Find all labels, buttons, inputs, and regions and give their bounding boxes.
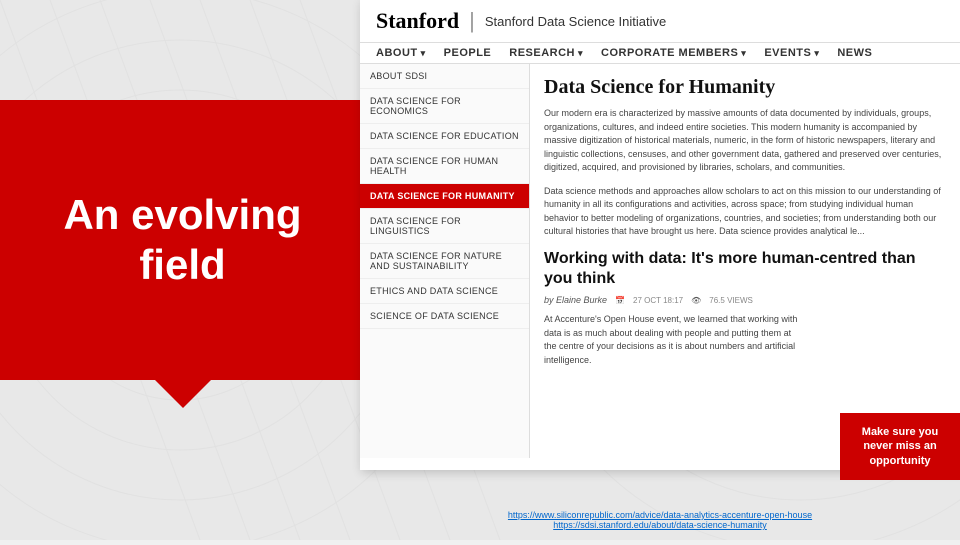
sidebar-item-humanity[interactable]: DATA SCIENCE FOR HUMANITY (360, 184, 529, 209)
sidebar-item-nature[interactable]: DATA SCIENCE FOR NATURE AND SUSTAINABILI… (360, 244, 529, 279)
hero-box: An evolving field (0, 100, 365, 380)
nav-bar: ABOUT PEOPLE RESEARCH CORPORATE MEMBERS … (360, 43, 960, 64)
nav-item-about[interactable]: ABOUT (376, 47, 426, 59)
browser-window: Stanford | Stanford Data Science Initiat… (360, 0, 960, 470)
bottom-links: https://www.siliconrepublic.com/advice/d… (360, 510, 960, 530)
page-content: ABOUT SDSI DATA SCIENCE FOR ECONOMICS DA… (360, 64, 960, 458)
footer-link-1[interactable]: https://www.siliconrepublic.com/advice/d… (360, 510, 960, 520)
page-body-text-2: Data science methods and approaches allo… (544, 185, 946, 239)
sidebar-item-economics[interactable]: DATA SCIENCE FOR ECONOMICS (360, 89, 529, 124)
article-byline: by Elaine Burke 27 OCT 18:17 76.5 VIEWS (544, 295, 946, 305)
article-body-row: At Accenture's Open House event, we lear… (544, 313, 946, 367)
nav-item-events[interactable]: EVENTS (764, 47, 819, 59)
article-title: Working with data: It's more human-centr… (544, 249, 946, 291)
sidebar-item-linguistics[interactable]: DATA SCIENCE FOR LINGUISTICS (360, 209, 529, 244)
cta-text: Make sure you never miss an opportunity (862, 426, 938, 467)
nav-item-corporate[interactable]: CORPORATE MEMBERS (601, 47, 746, 59)
nav-item-research[interactable]: RESEARCH (509, 47, 583, 59)
page-body-text: Our modern era is characterized by massi… (544, 107, 946, 175)
sidebar-item-science[interactable]: SCIENCE OF DATA SCIENCE (360, 304, 529, 329)
sidebar-item-ethics[interactable]: ETHICS AND DATA SCIENCE (360, 279, 529, 304)
sidebar: ABOUT SDSI DATA SCIENCE FOR ECONOMICS DA… (360, 64, 530, 458)
sidebar-item-about-sdsi[interactable]: ABOUT SDSI (360, 64, 529, 89)
footer-link-2[interactable]: https://sdsi.stanford.edu/about/data-sci… (360, 520, 960, 530)
cta-box: Make sure you never miss an opportunity (840, 413, 960, 480)
main-area: Data Science for Humanity Our modern era… (530, 64, 960, 458)
header-separator: | (469, 8, 475, 34)
page-title: Data Science for Humanity (544, 76, 946, 99)
sidebar-item-education[interactable]: DATA SCIENCE FOR EDUCATION (360, 124, 529, 149)
hero-text: An evolving field (43, 170, 321, 311)
eye-icon (691, 295, 701, 305)
byline-author: by Elaine Burke (544, 295, 607, 305)
nav-item-people[interactable]: PEOPLE (444, 47, 492, 59)
byline-views: 76.5 VIEWS (709, 296, 753, 305)
site-header: Stanford | Stanford Data Science Initiat… (360, 0, 960, 43)
article-excerpt: At Accenture's Open House event, we lear… (544, 313, 804, 367)
byline-date: 27 OCT 18:17 (633, 296, 683, 305)
calendar-icon (615, 295, 625, 305)
stanford-logo: Stanford (376, 8, 459, 34)
nav-item-news[interactable]: NEWS (837, 47, 872, 59)
initiative-text: Stanford Data Science Initiative (485, 14, 666, 29)
sidebar-item-human-health[interactable]: DATA SCIENCE FOR HUMAN HEALTH (360, 149, 529, 184)
